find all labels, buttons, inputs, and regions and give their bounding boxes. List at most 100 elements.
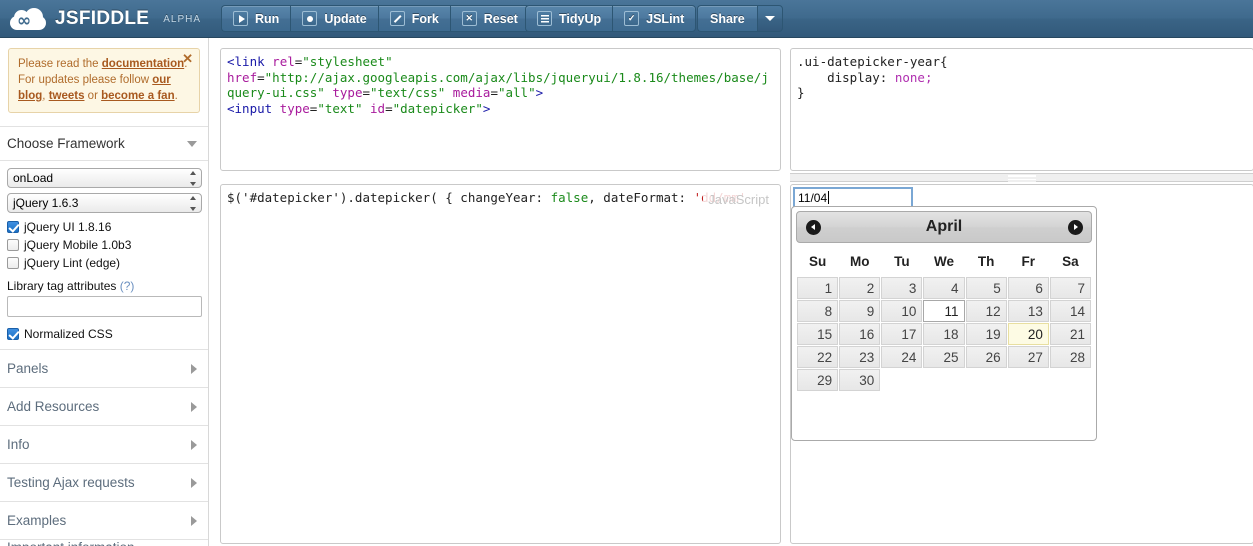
- run-button[interactable]: Run: [221, 5, 291, 32]
- documentation-link[interactable]: documentation: [102, 58, 184, 70]
- css-editor-code[interactable]: .ui-datepicker-year{ display: none; }: [791, 49, 1253, 106]
- datepicker-day-9[interactable]: 9: [839, 300, 881, 322]
- library-version-select[interactable]: jQuery 1.6.3: [7, 193, 202, 213]
- datepicker-day-cell[interactable]: 16: [839, 323, 881, 345]
- checkbox-row-jquery-mobile[interactable]: jQuery Mobile 1.0b3: [7, 236, 201, 254]
- datepicker-day-cell[interactable]: 2: [839, 277, 881, 299]
- javascript-editor-panel[interactable]: $('#datepicker').datepicker( { changeYea…: [220, 184, 781, 544]
- datepicker-day-22[interactable]: 22: [797, 346, 839, 368]
- update-button[interactable]: Update: [290, 5, 378, 32]
- datepicker-day-28[interactable]: 28: [1049, 346, 1091, 368]
- reset-button[interactable]: ✕ Reset: [449, 5, 530, 32]
- datepicker-day-cell[interactable]: 7: [1049, 277, 1091, 299]
- datepicker-day-cell[interactable]: 1: [797, 277, 839, 299]
- datepicker-day-7[interactable]: 7: [1049, 277, 1091, 299]
- datepicker-day-cell[interactable]: 15: [797, 323, 839, 345]
- sidebar-item-panels[interactable]: Panels: [0, 349, 208, 387]
- datepicker-day-cell[interactable]: 13: [1007, 300, 1049, 322]
- datepicker-day-cell[interactable]: 22: [797, 346, 839, 368]
- jquery-lint-checkbox[interactable]: [7, 257, 19, 269]
- checkbox-row-jquery-ui[interactable]: jQuery UI 1.8.16: [7, 218, 201, 236]
- datepicker-day-2[interactable]: 2: [839, 277, 881, 299]
- datepicker-day-1[interactable]: 1: [797, 277, 839, 299]
- datepicker-day-cell[interactable]: 3: [881, 277, 923, 299]
- checkbox-row-normalized-css[interactable]: Normalized CSS: [7, 325, 201, 343]
- datepicker-day-4[interactable]: 4: [923, 277, 965, 299]
- javascript-editor-code[interactable]: $('#datepicker').datepicker( { changeYea…: [221, 185, 780, 211]
- css-editor-panel[interactable]: .ui-datepicker-year{ display: none; }: [790, 48, 1253, 171]
- choose-framework-header[interactable]: Choose Framework: [0, 126, 208, 161]
- datepicker-day-11[interactable]: 11: [923, 300, 965, 322]
- datepicker-day-23[interactable]: 23: [839, 346, 881, 368]
- help-link[interactable]: (?): [120, 279, 135, 293]
- datepicker-day-cell[interactable]: 20: [1007, 323, 1049, 345]
- close-x-icon[interactable]: ✕: [182, 52, 193, 65]
- sidebar-item-examples[interactable]: Examples: [0, 501, 208, 540]
- datepicker-day-cell[interactable]: 23: [839, 346, 881, 368]
- datepicker-day-cell[interactable]: 24: [881, 346, 923, 368]
- datepicker-day-cell[interactable]: 26: [965, 346, 1007, 368]
- datepicker-next-button[interactable]: [1066, 218, 1084, 236]
- jquery-mobile-checkbox[interactable]: [7, 239, 19, 251]
- fork-button[interactable]: Fork: [377, 5, 450, 32]
- datepicker-day-cell[interactable]: 25: [923, 346, 965, 368]
- datepicker-day-26[interactable]: 26: [965, 346, 1007, 368]
- sidebar-item-info[interactable]: Info: [0, 425, 208, 463]
- datepicker-day-30[interactable]: 30: [839, 369, 881, 391]
- datepicker-day-10[interactable]: 10: [881, 300, 923, 322]
- datepicker-day-cell[interactable]: 10: [881, 300, 923, 322]
- html-editor-code[interactable]: <link rel="stylesheet" href="http://ajax…: [221, 49, 780, 121]
- datepicker-input[interactable]: 11/04: [793, 187, 913, 208]
- datepicker-day-cell[interactable]: 11: [923, 300, 965, 322]
- datepicker-day-16[interactable]: 16: [839, 323, 881, 345]
- jslint-button[interactable]: ✓ JSLint: [612, 5, 697, 32]
- datepicker-day-6[interactable]: 6: [1007, 277, 1049, 299]
- sidebar-item-add-resources[interactable]: Add Resources: [0, 387, 208, 425]
- datepicker-day-5[interactable]: 5: [965, 277, 1007, 299]
- datepicker-day-18[interactable]: 18: [923, 323, 965, 345]
- normalized-css-checkbox[interactable]: [7, 328, 19, 340]
- datepicker-day-cell[interactable]: 21: [1049, 323, 1091, 345]
- sidebar-item-testing-ajax-requests[interactable]: Testing Ajax requests: [0, 463, 208, 501]
- load-type-select[interactable]: onLoad: [7, 168, 202, 188]
- html-editor-panel[interactable]: <link rel="stylesheet" href="http://ajax…: [220, 48, 781, 171]
- jquery-ui-checkbox[interactable]: [7, 221, 19, 233]
- logo[interactable]: ∞ JSFIDDLE ALPHA: [10, 0, 201, 38]
- datepicker-day-cell[interactable]: 6: [1007, 277, 1049, 299]
- datepicker-day-cell[interactable]: 30: [839, 369, 881, 391]
- datepicker-day-14[interactable]: 14: [1049, 300, 1091, 322]
- datepicker-day-15[interactable]: 15: [797, 323, 839, 345]
- datepicker-day-3[interactable]: 3: [881, 277, 923, 299]
- datepicker-day-cell[interactable]: 9: [839, 300, 881, 322]
- sidebar-item-clipped[interactable]: Important information: [0, 540, 208, 546]
- datepicker-day-17[interactable]: 17: [881, 323, 923, 345]
- share-button[interactable]: Share: [697, 5, 757, 32]
- datepicker-day-cell[interactable]: 5: [965, 277, 1007, 299]
- css-panel-resize-handle[interactable]: [790, 173, 1253, 182]
- tweets-link[interactable]: tweets: [49, 90, 85, 102]
- datepicker-day-21[interactable]: 21: [1049, 323, 1091, 345]
- datepicker-day-cell[interactable]: 4: [923, 277, 965, 299]
- datepicker-day-cell[interactable]: 18: [923, 323, 965, 345]
- datepicker-day-cell[interactable]: 17: [881, 323, 923, 345]
- datepicker-day-13[interactable]: 13: [1007, 300, 1049, 322]
- datepicker-day-24[interactable]: 24: [881, 346, 923, 368]
- become-a-fan-link[interactable]: become a fan: [101, 90, 175, 102]
- library-tag-attributes-input[interactable]: [7, 296, 202, 317]
- tidyup-button[interactable]: TidyUp: [525, 5, 613, 32]
- datepicker-day-20[interactable]: 20: [1007, 323, 1049, 345]
- datepicker-day-cell[interactable]: 12: [965, 300, 1007, 322]
- datepicker-day-cell[interactable]: 27: [1007, 346, 1049, 368]
- datepicker-day-27[interactable]: 27: [1007, 346, 1049, 368]
- datepicker-day-12[interactable]: 12: [965, 300, 1007, 322]
- datepicker-day-cell[interactable]: 8: [797, 300, 839, 322]
- datepicker-day-25[interactable]: 25: [923, 346, 965, 368]
- datepicker-day-cell[interactable]: 29: [797, 369, 839, 391]
- datepicker-prev-button[interactable]: [804, 218, 822, 236]
- datepicker-day-29[interactable]: 29: [797, 369, 839, 391]
- datepicker-day-8[interactable]: 8: [797, 300, 839, 322]
- chevron-down-icon[interactable]: [756, 5, 783, 32]
- checkbox-row-jquery-lint[interactable]: jQuery Lint (edge): [7, 254, 201, 272]
- datepicker-day-cell[interactable]: 14: [1049, 300, 1091, 322]
- datepicker-day-19[interactable]: 19: [965, 323, 1007, 345]
